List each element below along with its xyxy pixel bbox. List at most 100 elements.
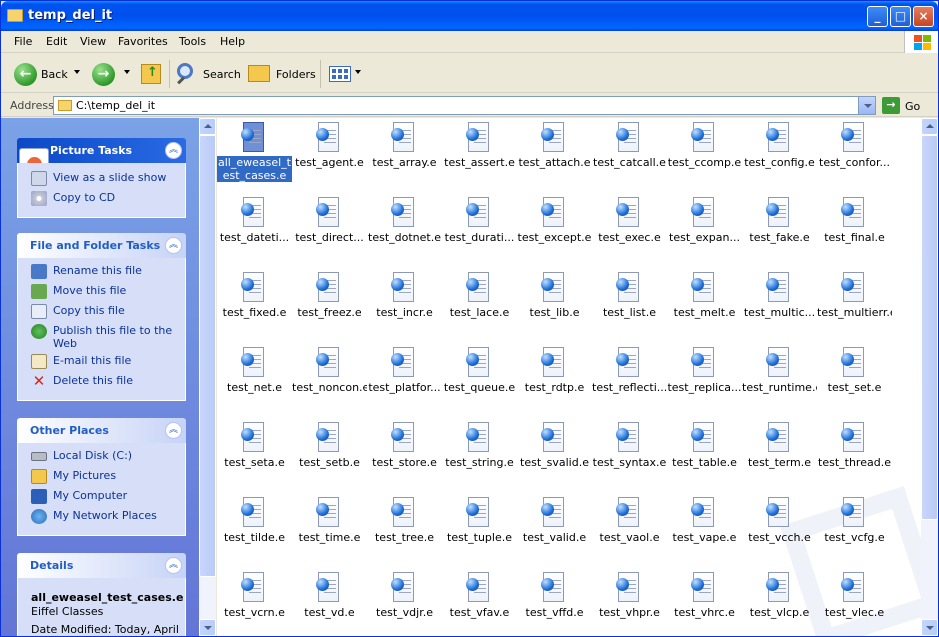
file-label[interactable]: test_list.e xyxy=(592,306,667,319)
file-item[interactable]: test_vcch.e xyxy=(742,493,817,565)
file-label[interactable]: test_thread.e xyxy=(817,456,892,469)
task-label[interactable]: Move this file xyxy=(53,284,126,297)
file-item[interactable]: test_fake.e xyxy=(742,193,817,265)
file-item[interactable]: test_attach.e xyxy=(517,118,592,190)
file-item[interactable]: test_tuple.e xyxy=(442,493,517,565)
file-label[interactable]: test_vape.e xyxy=(667,531,742,544)
file-label[interactable]: test_vcfg.e xyxy=(817,531,892,544)
file-item[interactable]: test_lace.e xyxy=(442,268,517,340)
file-item[interactable]: test_incr.e xyxy=(367,268,442,340)
file-item[interactable]: test_net.e xyxy=(217,343,292,415)
file-label[interactable]: test_replica... xyxy=(667,381,742,394)
file-item[interactable]: test_tilde.e xyxy=(217,493,292,565)
forward-arrow-icon[interactable]: → xyxy=(92,63,115,86)
place-my-network[interactable]: My Network Places xyxy=(18,509,185,529)
file-label[interactable]: test_setb.e xyxy=(292,456,367,469)
file-item[interactable]: test_vcfg.e xyxy=(817,493,892,565)
file-label[interactable]: test_lib.e xyxy=(517,306,592,319)
file-item[interactable]: test_setb.e xyxy=(292,418,367,490)
file-item[interactable]: test_dotnet.e xyxy=(367,193,442,265)
task-rename-file[interactable]: Rename this file xyxy=(18,264,185,284)
title-bar[interactable]: temp_del_it _ □ × xyxy=(1,1,938,31)
scroll-up-icon[interactable] xyxy=(199,118,216,135)
file-label[interactable]: test_durati... xyxy=(442,231,517,244)
file-item[interactable]: test_agent.e xyxy=(292,118,367,190)
file-item[interactable]: test_expan... xyxy=(667,193,742,265)
file-item[interactable]: test_durati... xyxy=(442,193,517,265)
file-item[interactable]: test_noncon.e xyxy=(292,343,367,415)
file-label[interactable]: test_fixed.e xyxy=(217,306,292,319)
place-local-disk[interactable]: Local Disk (C:) xyxy=(18,449,185,469)
task-label[interactable]: Publish this file to the Web xyxy=(53,324,172,350)
collapse-chevron-icon[interactable]: ︽ xyxy=(165,237,182,254)
file-label[interactable]: test_svalid.e xyxy=(517,456,592,469)
file-label[interactable]: test_seta.e xyxy=(217,456,292,469)
other-places-header[interactable]: Other Places ︽ xyxy=(17,418,186,443)
views-dropdown-icon[interactable] xyxy=(355,70,361,74)
file-label[interactable]: test_vhrc.e xyxy=(667,606,742,619)
task-pane-scrollbar[interactable] xyxy=(199,118,216,636)
back-button[interactable]: Back xyxy=(41,68,68,81)
menu-edit[interactable]: Edit xyxy=(46,35,67,48)
menu-favorites[interactable]: Favorites xyxy=(118,35,168,48)
file-label[interactable]: test_reflecti... xyxy=(592,381,667,394)
file-item[interactable]: test_multierr.e xyxy=(817,268,892,340)
file-folder-tasks-header[interactable]: File and Folder Tasks ︽ xyxy=(17,233,186,258)
file-label[interactable]: all_eweasel_test_cases.e xyxy=(217,156,292,182)
file-item[interactable]: test_platfor... xyxy=(367,343,442,415)
task-label[interactable]: View as a slide show xyxy=(53,171,166,184)
file-item[interactable]: test_queue.e xyxy=(442,343,517,415)
file-label[interactable]: test_config.e xyxy=(742,156,817,169)
minimize-button[interactable]: _ xyxy=(867,6,888,27)
file-label[interactable]: test_vcrn.e xyxy=(217,606,292,619)
file-item[interactable]: test_vcrn.e xyxy=(217,568,292,636)
file-label[interactable]: test_tuple.e xyxy=(442,531,517,544)
collapse-chevron-icon[interactable]: ︽ xyxy=(165,557,182,574)
file-label[interactable]: test_syntax.e xyxy=(592,456,667,469)
file-item[interactable]: test_rdtp.e xyxy=(517,343,592,415)
file-item[interactable]: test_assert.e xyxy=(442,118,517,190)
task-label[interactable]: Copy to CD xyxy=(53,191,115,204)
file-label[interactable]: test_rdtp.e xyxy=(517,381,592,394)
file-item[interactable]: test_seta.e xyxy=(217,418,292,490)
file-item[interactable]: test_except.e xyxy=(517,193,592,265)
folders-button[interactable]: Folders xyxy=(276,68,316,81)
file-label[interactable]: test_platfor... xyxy=(367,381,442,394)
file-item[interactable]: test_multic... xyxy=(742,268,817,340)
file-item[interactable]: test_vaol.e xyxy=(592,493,667,565)
file-label[interactable]: test_incr.e xyxy=(367,306,442,319)
file-label[interactable]: test_agent.e xyxy=(292,156,367,169)
task-label[interactable]: Rename this file xyxy=(53,264,142,277)
file-label[interactable]: test_lace.e xyxy=(442,306,517,319)
task-view-slideshow[interactable]: View as a slide show xyxy=(18,171,185,191)
file-item[interactable]: test_reflecti... xyxy=(592,343,667,415)
file-item[interactable]: test_vhrc.e xyxy=(667,568,742,636)
file-item[interactable]: test_exec.e xyxy=(592,193,667,265)
file-label[interactable]: test_string.e xyxy=(442,456,517,469)
file-label[interactable]: test_tree.e xyxy=(367,531,442,544)
close-button[interactable]: × xyxy=(913,6,934,27)
file-label[interactable]: test_set.e xyxy=(817,381,892,394)
file-item[interactable]: test_catcall.e xyxy=(592,118,667,190)
file-label[interactable]: test_vaol.e xyxy=(592,531,667,544)
file-item[interactable]: test_vfav.e xyxy=(442,568,517,636)
file-label[interactable]: test_attach.e xyxy=(517,156,592,169)
file-label[interactable]: test_except.e xyxy=(517,231,592,244)
collapse-chevron-icon[interactable]: ︽ xyxy=(165,142,182,159)
file-label[interactable]: test_tilde.e xyxy=(217,531,292,544)
back-arrow-icon[interactable]: ← xyxy=(14,63,37,86)
file-label[interactable]: test_store.e xyxy=(367,456,442,469)
folders-icon[interactable] xyxy=(248,65,270,82)
file-item[interactable]: test_set.e xyxy=(817,343,892,415)
file-item[interactable]: test_ccomp.e xyxy=(667,118,742,190)
address-dropdown-icon[interactable] xyxy=(858,97,875,114)
file-item[interactable]: test_vhpr.e xyxy=(592,568,667,636)
details-header[interactable]: Details ︽ xyxy=(17,553,186,578)
views-icon[interactable] xyxy=(329,66,351,82)
file-item[interactable]: test_vffd.e xyxy=(517,568,592,636)
file-item[interactable]: test_vdjr.e xyxy=(367,568,442,636)
file-label[interactable]: test_multierr.e xyxy=(817,306,892,319)
place-label[interactable]: My Pictures xyxy=(53,469,116,482)
file-label[interactable]: test_time.e xyxy=(292,531,367,544)
file-item[interactable]: test_lib.e xyxy=(517,268,592,340)
